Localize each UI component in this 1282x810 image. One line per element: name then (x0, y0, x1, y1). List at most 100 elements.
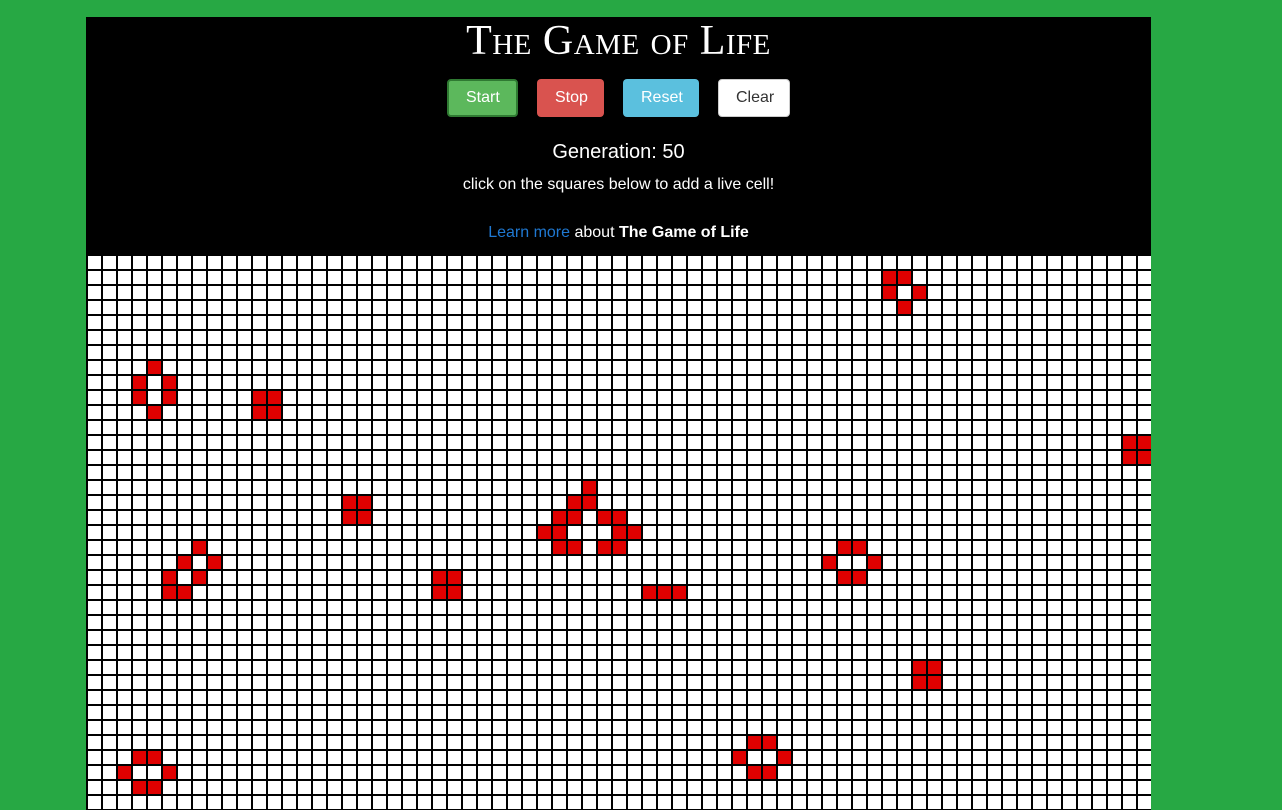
dead-cell[interactable] (643, 331, 656, 344)
dead-cell[interactable] (88, 571, 101, 584)
dead-cell[interactable] (1003, 481, 1016, 494)
dead-cell[interactable] (958, 391, 971, 404)
dead-cell[interactable] (223, 721, 236, 734)
dead-cell[interactable] (433, 466, 446, 479)
dead-cell[interactable] (943, 256, 956, 269)
dead-cell[interactable] (778, 511, 791, 524)
dead-cell[interactable] (193, 391, 206, 404)
dead-cell[interactable] (403, 631, 416, 644)
dead-cell[interactable] (508, 766, 521, 779)
dead-cell[interactable] (943, 451, 956, 464)
dead-cell[interactable] (238, 331, 251, 344)
dead-cell[interactable] (1108, 556, 1121, 569)
dead-cell[interactable] (943, 691, 956, 704)
dead-cell[interactable] (523, 421, 536, 434)
dead-cell[interactable] (913, 706, 926, 719)
dead-cell[interactable] (703, 616, 716, 629)
dead-cell[interactable] (88, 436, 101, 449)
dead-cell[interactable] (223, 526, 236, 539)
dead-cell[interactable] (118, 451, 131, 464)
dead-cell[interactable] (748, 556, 761, 569)
dead-cell[interactable] (988, 601, 1001, 614)
dead-cell[interactable] (688, 346, 701, 359)
dead-cell[interactable] (598, 706, 611, 719)
dead-cell[interactable] (433, 361, 446, 374)
dead-cell[interactable] (943, 631, 956, 644)
dead-cell[interactable] (898, 346, 911, 359)
dead-cell[interactable] (373, 481, 386, 494)
dead-cell[interactable] (628, 676, 641, 689)
dead-cell[interactable] (703, 466, 716, 479)
dead-cell[interactable] (268, 586, 281, 599)
dead-cell[interactable] (703, 346, 716, 359)
dead-cell[interactable] (853, 346, 866, 359)
dead-cell[interactable] (178, 571, 191, 584)
dead-cell[interactable] (163, 706, 176, 719)
dead-cell[interactable] (763, 676, 776, 689)
dead-cell[interactable] (1093, 331, 1106, 344)
live-cell[interactable] (1123, 436, 1136, 449)
dead-cell[interactable] (1123, 736, 1136, 749)
dead-cell[interactable] (1078, 781, 1091, 794)
live-cell[interactable] (343, 511, 356, 524)
dead-cell[interactable] (1033, 691, 1046, 704)
dead-cell[interactable] (418, 601, 431, 614)
dead-cell[interactable] (433, 496, 446, 509)
dead-cell[interactable] (718, 691, 731, 704)
dead-cell[interactable] (118, 421, 131, 434)
dead-cell[interactable] (328, 631, 341, 644)
dead-cell[interactable] (553, 466, 566, 479)
dead-cell[interactable] (613, 631, 626, 644)
dead-cell[interactable] (643, 526, 656, 539)
dead-cell[interactable] (388, 451, 401, 464)
dead-cell[interactable] (178, 646, 191, 659)
dead-cell[interactable] (193, 601, 206, 614)
dead-cell[interactable] (298, 766, 311, 779)
dead-cell[interactable] (328, 526, 341, 539)
dead-cell[interactable] (973, 361, 986, 374)
dead-cell[interactable] (1093, 376, 1106, 389)
dead-cell[interactable] (478, 781, 491, 794)
dead-cell[interactable] (448, 421, 461, 434)
dead-cell[interactable] (673, 706, 686, 719)
dead-cell[interactable] (553, 301, 566, 314)
dead-cell[interactable] (253, 556, 266, 569)
dead-cell[interactable] (328, 271, 341, 284)
dead-cell[interactable] (1108, 661, 1121, 674)
dead-cell[interactable] (253, 706, 266, 719)
dead-cell[interactable] (778, 406, 791, 419)
dead-cell[interactable] (928, 361, 941, 374)
dead-cell[interactable] (838, 421, 851, 434)
dead-cell[interactable] (178, 631, 191, 644)
dead-cell[interactable] (163, 406, 176, 419)
dead-cell[interactable] (1018, 451, 1031, 464)
dead-cell[interactable] (1123, 661, 1136, 674)
dead-cell[interactable] (883, 691, 896, 704)
dead-cell[interactable] (1123, 331, 1136, 344)
dead-cell[interactable] (508, 586, 521, 599)
dead-cell[interactable] (463, 316, 476, 329)
dead-cell[interactable] (808, 766, 821, 779)
dead-cell[interactable] (1108, 676, 1121, 689)
dead-cell[interactable] (1108, 421, 1121, 434)
dead-cell[interactable] (478, 361, 491, 374)
dead-cell[interactable] (523, 331, 536, 344)
dead-cell[interactable] (718, 646, 731, 659)
dead-cell[interactable] (1033, 361, 1046, 374)
dead-cell[interactable] (313, 751, 326, 764)
dead-cell[interactable] (823, 781, 836, 794)
dead-cell[interactable] (1078, 616, 1091, 629)
dead-cell[interactable] (823, 541, 836, 554)
dead-cell[interactable] (613, 721, 626, 734)
dead-cell[interactable] (133, 631, 146, 644)
dead-cell[interactable] (1123, 721, 1136, 734)
dead-cell[interactable] (913, 361, 926, 374)
dead-cell[interactable] (283, 646, 296, 659)
dead-cell[interactable] (613, 361, 626, 374)
dead-cell[interactable] (853, 601, 866, 614)
dead-cell[interactable] (208, 736, 221, 749)
dead-cell[interactable] (883, 586, 896, 599)
dead-cell[interactable] (673, 271, 686, 284)
dead-cell[interactable] (1063, 601, 1076, 614)
dead-cell[interactable] (883, 496, 896, 509)
